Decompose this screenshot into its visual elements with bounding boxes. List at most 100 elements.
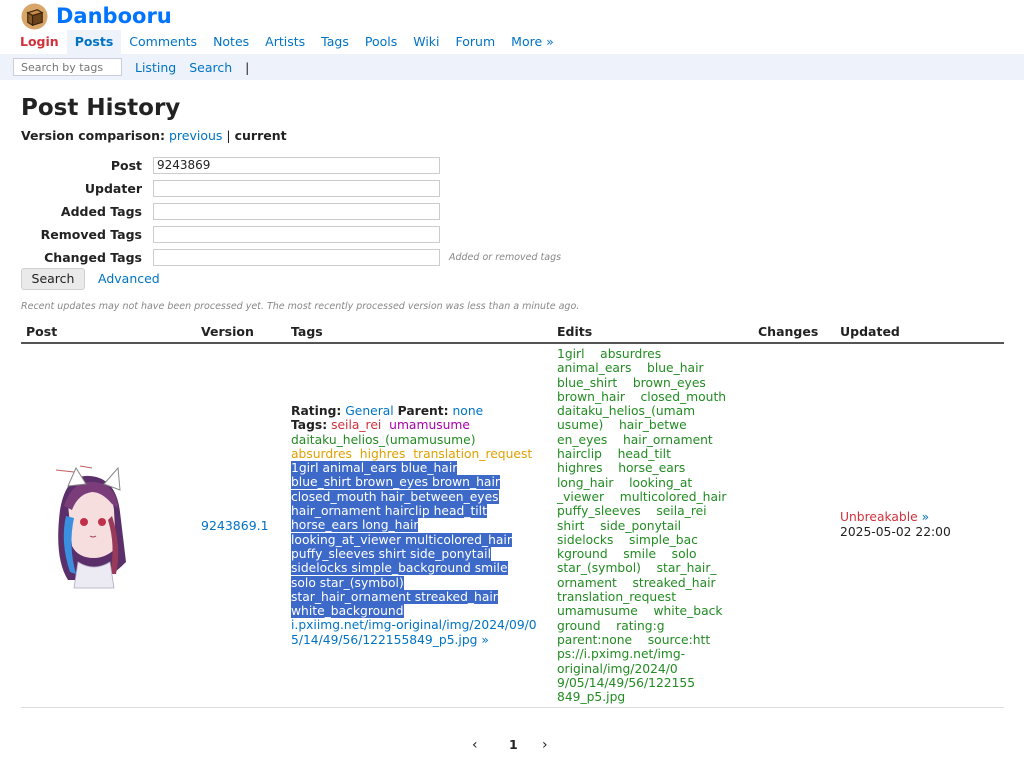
meta-tag[interactable]: absurdres xyxy=(291,447,352,461)
edit-line: en_eyes hair_ornament xyxy=(557,432,713,447)
nav-tags[interactable]: Tags xyxy=(313,30,357,54)
added-tags-field[interactable] xyxy=(153,202,440,220)
edit-line: sidelocks simple_bac xyxy=(557,532,698,547)
general-tag[interactable]: shirt xyxy=(378,546,407,561)
edit-line: blue_shirt brown_eyes xyxy=(557,375,706,390)
rating-value-link[interactable]: General xyxy=(345,404,393,418)
updater-arrow-link[interactable]: » xyxy=(922,510,930,524)
character-tag[interactable]: daitaku_helios_(umamusume) xyxy=(291,433,476,447)
edit-line: parent:none source:htt xyxy=(557,632,711,647)
edit-line: _viewer multicolored_hair xyxy=(557,489,727,504)
comparison-previous-link[interactable]: previous xyxy=(169,128,222,143)
general-tag[interactable]: puffy_sleeves xyxy=(291,546,375,561)
nav-artists[interactable]: Artists xyxy=(257,30,313,54)
general-tag[interactable]: 1girl xyxy=(291,461,319,476)
general-tag[interactable]: white_background xyxy=(291,604,404,619)
advanced-search-link[interactable]: Advanced xyxy=(98,271,160,286)
subnav-search[interactable]: Search xyxy=(189,60,232,75)
table-header: Post Version Tags Edits Changes Updated xyxy=(21,322,1004,344)
nav-pools[interactable]: Pools xyxy=(357,30,405,54)
general-tags-line: looking_at_viewer multicolored_hair xyxy=(291,532,541,547)
general-tag[interactable]: sidelocks xyxy=(291,561,348,576)
tags-cell: Rating: General Parent: none Tags: seila… xyxy=(291,404,541,647)
current-page: 1 xyxy=(509,737,518,752)
prev-page-icon[interactable]: ‹ xyxy=(472,737,478,753)
meta-tag[interactable]: translation_request xyxy=(413,447,532,461)
general-tags-line: 1girl animal_ears blue_hair xyxy=(291,461,541,476)
edit-line: star_(symbol) star_hair_ xyxy=(557,561,717,576)
tag-search-input[interactable] xyxy=(13,58,122,76)
general-tag[interactable]: animal_ears xyxy=(322,461,397,476)
version-link[interactable]: 9243869.1 xyxy=(201,518,269,533)
general-tag[interactable]: looking_at_viewer xyxy=(291,532,402,547)
parent-value-link[interactable]: none xyxy=(453,404,484,418)
general-tag[interactable]: blue_hair xyxy=(400,461,458,476)
page-title: Post History xyxy=(21,95,181,121)
general-tag[interactable]: multicolored_hair xyxy=(405,532,512,547)
general-tag[interactable]: smile xyxy=(474,561,508,576)
nav-notes[interactable]: Notes xyxy=(205,30,257,54)
nav-more[interactable]: More » xyxy=(503,30,562,54)
general-tag[interactable]: streaked_hair xyxy=(414,589,498,604)
updated-timestamp: 2025-05-02 22:00 xyxy=(840,525,951,539)
post-id-field[interactable] xyxy=(153,156,440,174)
parent-label: Parent: xyxy=(397,404,449,418)
form-row-changed-tags: Changed Tags Added or removed tags xyxy=(21,248,561,266)
general-tag[interactable]: hair_ornament xyxy=(291,504,381,519)
col-updated: Updated xyxy=(840,324,900,339)
general-tag[interactable]: horse_ears xyxy=(291,518,359,533)
source-link-line2[interactable]: 5/14/49/56/122155849_p5.jpg » xyxy=(291,633,489,647)
removed-tags-field[interactable] xyxy=(153,225,440,243)
copyright-tag[interactable]: umamusume xyxy=(389,418,470,432)
main-nav: Login Posts Comments Notes Artists Tags … xyxy=(12,30,562,54)
site-logo[interactable]: Danbooru xyxy=(21,2,172,30)
general-tags-line: blue_shirt brown_eyes brown_hair xyxy=(291,475,541,490)
added-tags-label: Added Tags xyxy=(60,203,142,219)
general-tag[interactable]: hair_between_eyes xyxy=(380,489,499,504)
nav-comments[interactable]: Comments xyxy=(121,30,205,54)
meta-tag[interactable]: highres xyxy=(360,447,406,461)
general-tag[interactable]: blue_shirt xyxy=(291,475,352,490)
edit-line: puffy_sleeves seila_rei xyxy=(557,504,707,519)
updater-link[interactable]: Unbreakable xyxy=(840,510,918,524)
general-tags-line: sidelocks simple_background smile xyxy=(291,561,541,576)
general-tag[interactable]: brown_eyes xyxy=(355,475,429,490)
edit-line: shirt side_ponytail xyxy=(557,518,682,533)
edit-line: ornament streaked_hair xyxy=(557,575,716,590)
updater-field[interactable] xyxy=(153,179,440,197)
edit-line: 849_p5.jpg xyxy=(557,690,626,705)
general-tag[interactable]: solo xyxy=(291,575,316,590)
post-thumbnail[interactable] xyxy=(46,462,136,592)
next-page-icon[interactable]: › xyxy=(542,737,548,753)
nav-login[interactable]: Login xyxy=(12,30,67,54)
edit-line: hairclip head_tilt xyxy=(557,447,671,462)
edit-line: ground rating:g xyxy=(557,618,665,633)
nav-forum[interactable]: Forum xyxy=(448,30,504,54)
source-link-line1[interactable]: i.pxiimg.net/img-original/img/2024/09/0 xyxy=(291,618,537,632)
general-tag[interactable]: star_hair_ornament xyxy=(291,589,411,604)
processing-notice: Recent updates may not have been process… xyxy=(21,301,580,312)
subnav-listing[interactable]: Listing xyxy=(135,60,176,75)
nav-wiki[interactable]: Wiki xyxy=(405,30,447,54)
general-tags-line: solo star_(symbol) xyxy=(291,575,541,590)
general-tags-line: closed_mouth hair_between_eyes xyxy=(291,489,541,504)
nav-posts[interactable]: Posts xyxy=(66,30,122,54)
general-tag[interactable]: closed_mouth xyxy=(291,489,377,504)
edits-cell: 1girl absurdres animal_ears blue_hair blue… xyxy=(557,347,727,704)
general-tag[interactable]: head_tilt xyxy=(433,504,487,519)
search-button[interactable]: Search xyxy=(21,268,85,290)
general-tag[interactable]: long_hair xyxy=(361,518,419,533)
changed-tags-label: Changed Tags xyxy=(44,249,142,265)
general-tags-line: star_hair_ornament streaked_hair xyxy=(291,589,541,604)
col-tags: Tags xyxy=(291,324,323,339)
box-logo-icon xyxy=(21,2,48,30)
general-tag[interactable]: side_ponytail xyxy=(410,546,491,561)
general-tag[interactable]: simple_background xyxy=(351,561,471,576)
artist-tag[interactable]: seila_rei xyxy=(331,418,381,432)
general-tag[interactable]: hairclip xyxy=(384,504,430,519)
table-row: 9243869.1 Rating: General Parent: none T… xyxy=(21,344,1004,708)
general-tag[interactable]: brown_hair xyxy=(432,475,500,490)
changed-tags-field[interactable] xyxy=(153,248,440,266)
general-tags-list: 1girl animal_ears blue_hair blue_shirt br… xyxy=(291,461,541,619)
general-tag[interactable]: star_(symbol) xyxy=(319,575,404,590)
